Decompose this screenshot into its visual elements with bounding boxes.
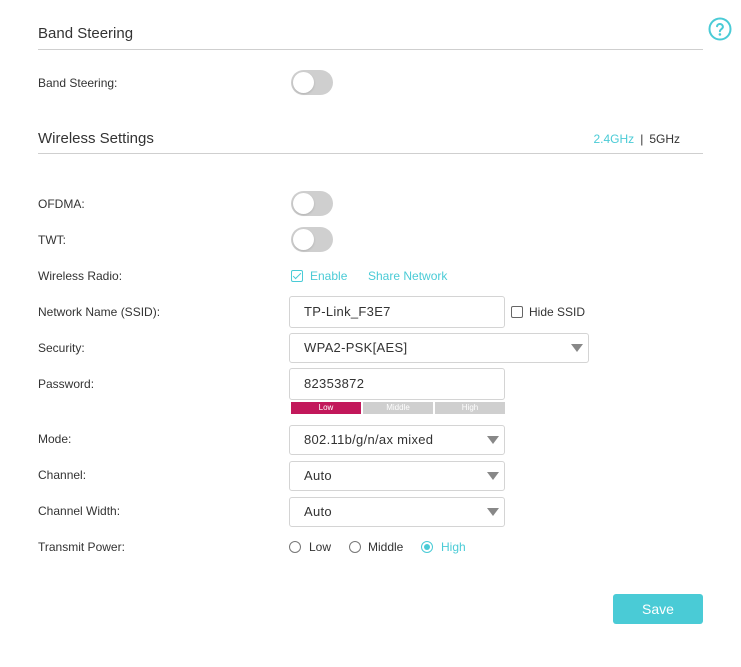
transmit-power-high-radio[interactable] xyxy=(421,541,433,553)
strength-high: High xyxy=(435,402,505,414)
chevron-down-icon xyxy=(487,508,499,516)
chevron-down-icon xyxy=(571,344,583,352)
channel-width-select[interactable]: Auto xyxy=(289,497,505,527)
save-button[interactable]: Save xyxy=(613,594,703,624)
password-input[interactable]: 82353872 xyxy=(289,368,505,400)
twt-label: TWT: xyxy=(38,233,66,247)
mode-label: Mode: xyxy=(38,432,72,446)
help-icon[interactable] xyxy=(708,17,732,41)
mode-select[interactable]: 802.11b/g/n/ax mixed xyxy=(289,425,505,455)
hide-ssid-label[interactable]: Hide SSID xyxy=(529,305,585,319)
band-tabs: 2.4GHz | 5GHz xyxy=(594,132,681,146)
transmit-power-low-label[interactable]: Low xyxy=(309,540,331,554)
band-steering-title: Band Steering xyxy=(38,25,134,42)
band-steering-toggle[interactable] xyxy=(291,70,333,95)
toggle-knob xyxy=(293,193,314,214)
security-value: WPA2-PSK[AES] xyxy=(304,340,408,355)
security-select[interactable]: WPA2-PSK[AES] xyxy=(289,333,589,363)
channel-value: Auto xyxy=(304,468,332,483)
toggle-knob xyxy=(293,72,314,93)
channel-select[interactable]: Auto xyxy=(289,461,505,491)
security-label: Security: xyxy=(38,341,85,355)
channel-width-label: Channel Width: xyxy=(38,504,121,518)
wireless-settings-title: Wireless Settings xyxy=(38,130,154,147)
password-label: Password: xyxy=(38,377,95,391)
ofdma-toggle[interactable] xyxy=(291,191,333,216)
hide-ssid-checkbox[interactable] xyxy=(511,306,523,318)
ssid-input[interactable]: TP-Link_F3E7 xyxy=(289,296,505,328)
toggle-knob xyxy=(293,229,314,250)
channel-label: Channel: xyxy=(38,468,87,482)
chevron-down-icon xyxy=(487,436,499,444)
share-network-link[interactable]: Share Network xyxy=(368,269,447,283)
mode-value: 802.11b/g/n/ax mixed xyxy=(304,432,434,447)
radio-enable-checkbox[interactable] xyxy=(291,270,303,282)
tab-5ghz[interactable]: 5GHz xyxy=(649,132,680,146)
chevron-down-icon xyxy=(487,472,499,480)
transmit-power-high-label[interactable]: High xyxy=(441,540,466,554)
strength-middle: Middle xyxy=(363,402,433,414)
transmit-power-label: Transmit Power: xyxy=(38,540,125,554)
band-steering-divider xyxy=(38,49,703,50)
transmit-power-middle-label[interactable]: Middle xyxy=(368,540,403,554)
band-separator: | xyxy=(640,132,644,146)
tab-2-4ghz[interactable]: 2.4GHz xyxy=(594,132,635,146)
strength-low: Low xyxy=(291,402,361,414)
password-strength-meter: Low Middle High xyxy=(291,402,505,414)
transmit-power-middle-radio[interactable] xyxy=(349,541,361,553)
transmit-power-low-radio[interactable] xyxy=(289,541,301,553)
ssid-label: Network Name (SSID): xyxy=(38,305,161,319)
wireless-radio-label: Wireless Radio: xyxy=(38,269,123,283)
band-steering-label: Band Steering: xyxy=(38,76,118,90)
ofdma-label: OFDMA: xyxy=(38,197,85,211)
twt-toggle[interactable] xyxy=(291,227,333,252)
channel-width-value: Auto xyxy=(304,504,332,519)
wireless-settings-divider xyxy=(38,153,703,154)
radio-enable-text[interactable]: Enable xyxy=(310,269,347,283)
